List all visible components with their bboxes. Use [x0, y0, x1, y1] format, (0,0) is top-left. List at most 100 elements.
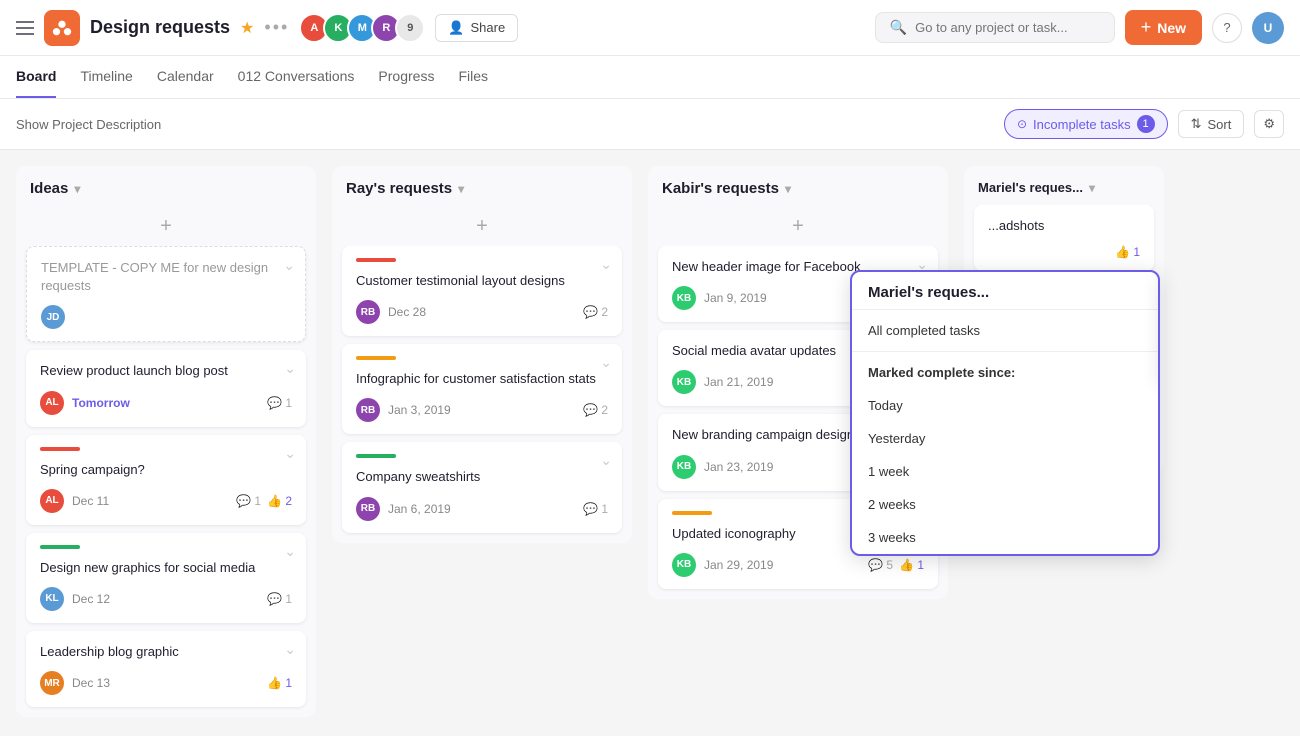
card-menu-icon[interactable]: ⌄ [284, 543, 296, 560]
like-count: 👍 1 [899, 558, 924, 572]
task-card-footer: KB Jan 29, 2019 💬 5 👍 1 [672, 553, 924, 577]
column-title-rays[interactable]: Ray's requests ▾ [346, 180, 464, 197]
card-menu-icon[interactable]: ⌄ [284, 445, 296, 462]
card-menu-icon[interactable]: ⌄ [283, 257, 295, 274]
column-header-ideas: Ideas ▾ [16, 166, 316, 207]
card-menu-icon[interactable]: ⌄ [284, 360, 296, 377]
dropdown-item-1week[interactable]: 1 week [852, 455, 1158, 488]
task-card: Review product launch blog post ⌄ AL Tom… [26, 350, 306, 426]
task-title: ...adshots [988, 217, 1140, 235]
task-card: Infographic for customer satisfaction st… [342, 344, 622, 434]
tab-files[interactable]: Files [458, 56, 488, 98]
task-card-footer: RB Jan 6, 2019 💬 1 [356, 497, 608, 521]
search-input[interactable] [915, 20, 1100, 35]
avatar-count[interactable]: 9 [395, 13, 425, 43]
column-title-kabirs[interactable]: Kabir's requests ▾ [662, 180, 791, 197]
column-body-ideas: TEMPLATE - COPY ME for new design reques… [16, 246, 316, 717]
search-box[interactable]: 🔍 [875, 12, 1115, 43]
project-title: Design requests [90, 17, 230, 38]
task-title: Review product launch blog post [40, 362, 292, 380]
card-menu-icon[interactable]: ⌄ [284, 641, 296, 658]
dropdown-item-yesterday[interactable]: Yesterday [852, 422, 1158, 455]
tab-board[interactable]: Board [16, 56, 56, 98]
share-button[interactable]: 👤 Share [435, 14, 518, 42]
task-title: Customer testimonial layout designs [356, 272, 608, 290]
task-avatar: KB [672, 455, 696, 479]
chevron-down-icon: ▾ [74, 182, 80, 196]
color-bar [672, 511, 712, 515]
hamburger-icon[interactable] [16, 21, 34, 35]
add-task-button-ideas[interactable]: + [16, 207, 316, 246]
show-description-link[interactable]: Show Project Description [16, 117, 161, 132]
people-icon: 👤 [448, 20, 464, 36]
task-title: TEMPLATE - COPY ME for new design reques… [41, 259, 291, 295]
task-date: Jan 29, 2019 [704, 558, 773, 572]
task-avatar: KB [672, 553, 696, 577]
tab-conversations[interactable]: 012 Conversations [238, 56, 355, 98]
user-avatar[interactable]: U [1252, 12, 1284, 44]
dropdown-item-marked-since: Marked complete since: [852, 356, 1158, 389]
dropdown-item-3weeks[interactable]: 3 weeks [852, 521, 1158, 554]
task-meta-right: 👍 1 [1115, 245, 1140, 259]
sliders-icon: ⚙ [1263, 116, 1275, 131]
task-title: Infographic for customer satisfaction st… [356, 370, 608, 388]
help-button[interactable]: ? [1212, 13, 1242, 43]
comment-count: 💬 1 [267, 396, 292, 410]
comment-count: 💬 1 [583, 502, 608, 516]
column-rays-requests: Ray's requests ▾ + Customer testimonial … [332, 166, 632, 543]
dropdown-item-2weeks[interactable]: 2 weeks [852, 488, 1158, 521]
dropdown-item-all-completed[interactable]: All completed tasks [852, 314, 1158, 347]
column-ideas: Ideas ▾ + TEMPLATE - COPY ME for new des… [16, 166, 316, 717]
color-bar [40, 545, 80, 549]
task-card: Design new graphics for social media ⌄ K… [26, 533, 306, 623]
tab-timeline[interactable]: Timeline [80, 56, 132, 98]
task-avatar: KB [672, 370, 696, 394]
add-task-button-kabirs[interactable]: + [648, 207, 948, 246]
card-menu-icon[interactable]: ⌄ [600, 452, 612, 469]
task-card: TEMPLATE - COPY ME for new design reques… [26, 246, 306, 342]
star-icon[interactable]: ★ [240, 18, 254, 38]
filter-button[interactable]: ⊙ Incomplete tasks 1 [1004, 109, 1168, 139]
filter-icon: ⊙ [1017, 117, 1027, 131]
task-meta-right: 💬 2 [583, 305, 608, 319]
task-date: Dec 12 [72, 592, 110, 606]
comment-count: 💬 5 [868, 558, 893, 572]
task-avatar: RB [356, 300, 380, 324]
topbar-left: Design requests ★ ••• A K M R 9 👤 Share [16, 10, 518, 46]
task-card: ...adshots 👍 1 [974, 205, 1154, 271]
project-bar: Show Project Description ⊙ Incomplete ta… [0, 99, 1300, 150]
dropdown-separator [852, 309, 1158, 310]
color-bar [356, 454, 396, 458]
like-count: 👍 2 [267, 494, 292, 508]
column-header-kabirs: Kabir's requests ▾ [648, 166, 948, 207]
task-card-footer: JD [41, 305, 291, 329]
color-bar [356, 258, 396, 262]
comment-count: 💬 2 [583, 403, 608, 417]
chevron-down-icon: ▾ [1089, 181, 1095, 195]
like-count: 👍 1 [1115, 245, 1140, 259]
add-task-button-rays[interactable]: + [332, 207, 632, 246]
task-meta-right: 💬 1 [267, 396, 292, 410]
more-options-icon[interactable]: ••• [264, 17, 289, 38]
chevron-down-icon: ▾ [458, 182, 464, 196]
card-menu-icon[interactable]: ⌄ [600, 354, 612, 371]
task-card-footer: RB Jan 3, 2019 💬 2 [356, 398, 608, 422]
sort-button[interactable]: ⇅ Sort [1178, 110, 1245, 138]
filter-badge: 1 [1137, 115, 1155, 133]
task-avatar: KB [672, 286, 696, 310]
card-menu-icon[interactable]: ⌄ [600, 256, 612, 273]
task-meta-right: 💬 1 [267, 592, 292, 606]
task-card: Leadership blog graphic ⌄ MR Dec 13 👍 1 [26, 631, 306, 707]
customize-button[interactable]: ⚙ [1254, 110, 1284, 138]
column-title-mariels[interactable]: Mariel's reques... ▾ [978, 180, 1095, 195]
task-date: Dec 28 [388, 305, 426, 319]
column-title-ideas[interactable]: Ideas ▾ [30, 180, 80, 197]
task-meta-right: 💬 2 [583, 403, 608, 417]
task-avatar: RB [356, 398, 380, 422]
tab-calendar[interactable]: Calendar [157, 56, 214, 98]
tab-progress[interactable]: Progress [378, 56, 434, 98]
dropdown-item-today[interactable]: Today [852, 389, 1158, 422]
column-header-mariels: Mariel's reques... ▾ [964, 166, 1164, 205]
new-button[interactable]: + New [1125, 10, 1202, 45]
app-logo[interactable] [44, 10, 80, 46]
